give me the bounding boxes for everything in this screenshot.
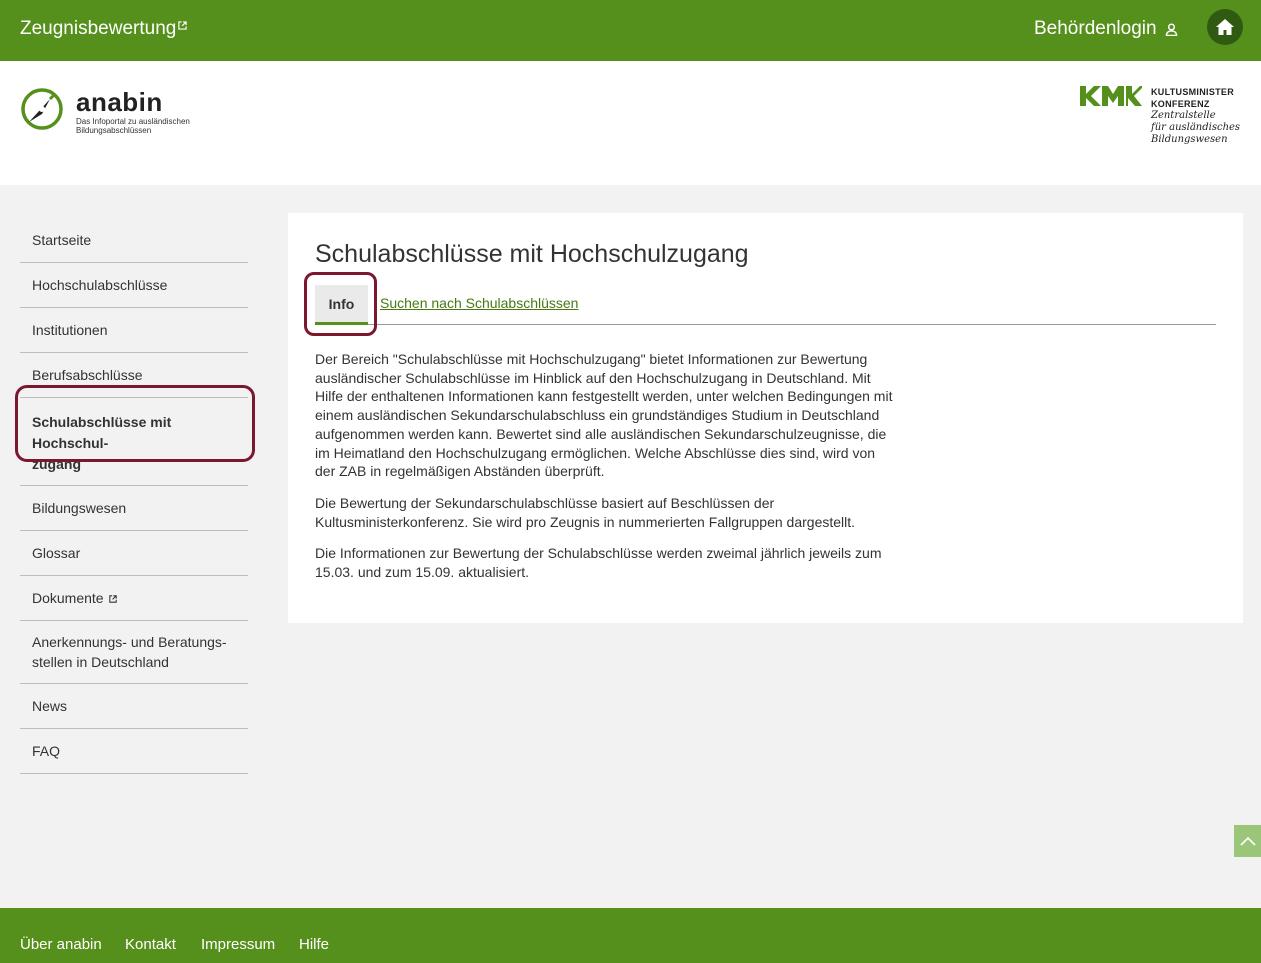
- sidebar-item-news[interactable]: News: [20, 684, 248, 729]
- sidebar-item-hochschulabschluesse[interactable]: Hochschulabschlüsse: [20, 263, 248, 308]
- footer-link-hilfe[interactable]: Hilfe: [299, 936, 329, 953]
- kmk-line3: Zentralstelle: [1151, 110, 1216, 121]
- kmk-line5: Bildungswesen: [1151, 134, 1228, 145]
- kmk-line2: KONFERENZ: [1151, 99, 1210, 109]
- footer-link-ueber-anabin[interactable]: Über anabin: [20, 936, 102, 953]
- sidebar-item-label: FAQ: [32, 743, 61, 759]
- sidebar-item-label: Startseite: [32, 232, 92, 248]
- home-icon: [1216, 19, 1234, 35]
- logo-name: anabin: [76, 87, 163, 117]
- footer-link-kontakt[interactable]: Kontakt: [125, 936, 176, 953]
- sidebar-item-label: Dokumente: [32, 590, 104, 606]
- paragraph-3: Die Informationen zur Bewertung der Schu…: [315, 545, 882, 581]
- behoerdenlogin-label: Behördenlogin: [1034, 18, 1157, 39]
- sidebar-item-glossar[interactable]: Glossar: [20, 531, 248, 576]
- sidebar-item-institutionen[interactable]: Institutionen: [20, 308, 248, 353]
- logo-subtitle: Das Infoportal zu ausländischen Bildungs…: [76, 117, 190, 135]
- zeugnisbewertung-link[interactable]: Zeugnisbewertung: [20, 18, 188, 40]
- tab-bar: Info Suchen nach Schulabschlüssen: [315, 285, 1216, 325]
- sidebar-item-anerkennungsstellen[interactable]: Anerkennungs- und Beratungs- stellen in …: [20, 621, 248, 684]
- sidebar-item-label: Institutionen: [32, 322, 108, 338]
- sidebar-item-label: Glossar: [32, 545, 81, 561]
- sidebar-item-dokumente[interactable]: Dokumente: [20, 576, 248, 621]
- sidebar-item-label-line1: Anerkennungs- und Beratungs-: [32, 634, 227, 650]
- user-icon: [1165, 22, 1177, 36]
- behoerdenlogin-link[interactable]: Behördenlogin: [1034, 18, 1178, 40]
- footer: Über anabin Kontakt Impressum Hilfe: [0, 908, 1261, 963]
- kmk-line4: für ausländisches: [1151, 122, 1241, 133]
- kmk-line1: KULTUSMINISTER: [1151, 87, 1235, 97]
- external-link-icon: [109, 595, 118, 603]
- compass-logo-icon: [21, 88, 63, 130]
- sidebar-nav: Startseite Hochschulabschlüsse Instituti…: [20, 218, 248, 774]
- info-text: Der Bereich "Schulabschlüsse mit Hochsch…: [315, 350, 895, 595]
- site-header: anabin Das Infoportal zu ausländischen B…: [0, 61, 1261, 185]
- tab-suchen[interactable]: Suchen nach Schulabschlüssen: [380, 295, 578, 311]
- footer-link-impressum[interactable]: Impressum: [201, 936, 275, 953]
- home-button[interactable]: [1207, 9, 1243, 45]
- chevron-up-icon: [1239, 836, 1256, 846]
- highlight-outline-tab: [304, 272, 377, 336]
- page-title: Schulabschlüsse mit Hochschulzugang: [315, 240, 749, 268]
- kmk-mark-icon: [1080, 86, 1142, 106]
- sidebar-item-faq[interactable]: FAQ: [20, 729, 248, 774]
- sidebar-item-label: News: [32, 698, 68, 714]
- back-to-top-button[interactable]: [1234, 825, 1261, 857]
- sidebar-item-label: Berufsabschlüsse: [32, 367, 143, 383]
- sidebar-item-label-line2: stellen in Deutschland: [32, 654, 169, 670]
- sidebar-item-label: Hochschulabschlüsse: [32, 277, 168, 293]
- zeugnisbewertung-label: Zeugnisbewertung: [20, 18, 177, 39]
- top-bar: Zeugnisbewertung Behördenlogin: [0, 0, 1261, 61]
- paragraph-2: Die Bewertung der Sekundarschulabschlüss…: [315, 494, 856, 530]
- sidebar-item-bildungswesen[interactable]: Bildungswesen: [20, 486, 248, 531]
- highlight-outline-nav: [15, 385, 255, 462]
- main-content: Schulabschlüsse mit Hochschulzugang Info…: [288, 213, 1243, 623]
- anabin-logo[interactable]: anabin Das Infoportal zu ausländischen B…: [20, 87, 206, 135]
- sidebar-item-startseite[interactable]: Startseite: [20, 218, 248, 263]
- paragraph-1: Der Bereich "Schulabschlüsse mit Hochsch…: [315, 351, 893, 480]
- sidebar-item-label: Bildungswesen: [32, 500, 127, 516]
- kmk-logo[interactable]: KULTUSMINISTER KONFERENZ Zentralstelle f…: [1080, 86, 1240, 146]
- external-link-icon: [178, 21, 188, 30]
